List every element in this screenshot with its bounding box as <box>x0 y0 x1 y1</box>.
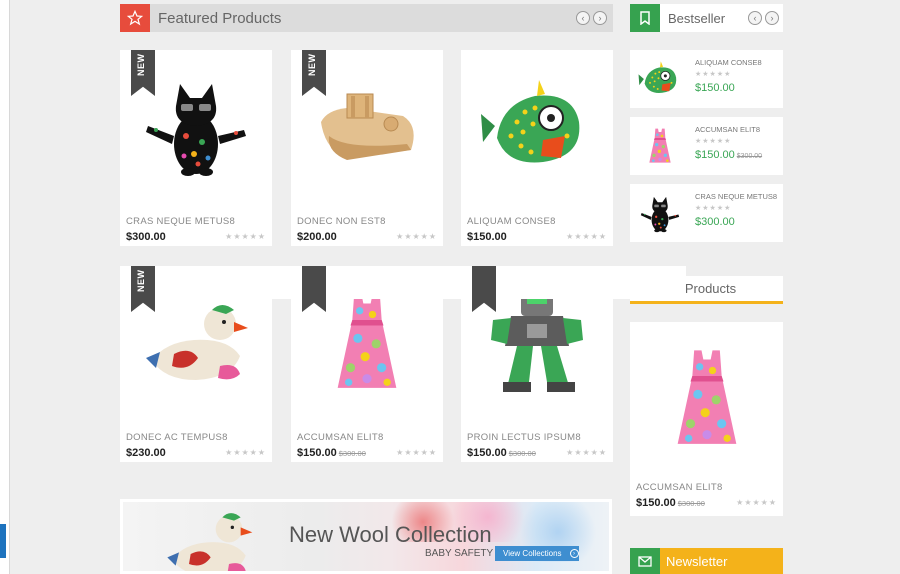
collection-banner[interactable]: New Wool Collection BABY SAFETY View Col… <box>120 499 612 574</box>
product-card[interactable]: NEW DONEC AC TEMPUS8 $230.00 ★★★★★ <box>120 266 272 462</box>
product-image-floral-dress[interactable] <box>630 322 783 474</box>
product-price: $230.00 <box>126 447 166 459</box>
product-price: $150.00 $300.00 <box>297 447 366 459</box>
product-name[interactable]: ACCUMSAN ELIT8 <box>636 482 723 493</box>
bestseller-item[interactable]: ALIQUAM CONSE8 ★★★★★ $150.00 <box>630 50 783 108</box>
product-price: $300.00 <box>126 231 166 243</box>
bestseller-price: $150.00 $300.00 <box>695 149 763 161</box>
product-name[interactable]: DONEC NON EST8 <box>297 216 386 227</box>
old-price: $300.00 <box>736 153 763 160</box>
product-card[interactable]: NEW DONEC NON EST8 $200.00 ★★★★★ <box>291 50 443 246</box>
product-price: $200.00 <box>297 231 337 243</box>
featured-header: Featured Products ‹ › <box>120 4 613 32</box>
star-icon <box>120 4 150 32</box>
bestseller-name[interactable]: ACCUMSAN ELIT8 <box>695 125 760 134</box>
product-name[interactable]: ACCUMSAN ELIT8 <box>297 432 384 443</box>
rating-stars: ★★★★★ <box>695 71 732 78</box>
product-card[interactable]: ALIQUAM CONSE8 $150.00 ★★★★★ <box>461 50 613 246</box>
rating-stars: ★★★★★ <box>396 448 437 457</box>
bestseller-price: $300.00 <box>695 216 735 228</box>
rating-stars: ★★★★★ <box>736 498 777 507</box>
product-card[interactable]: NEW CRAS NEQUE METUS8 $300.00 ★★★★★ <box>120 50 272 246</box>
rating-stars: ★★★★★ <box>225 232 266 241</box>
product-price: $150.00 $300.00 <box>467 447 536 459</box>
product-price: $150.00 <box>467 231 507 243</box>
rating-stars: ★★★★★ <box>695 138 732 145</box>
bestseller-price: $150.00 <box>695 82 735 94</box>
old-price: $300.00 <box>338 449 366 458</box>
old-price: $300.00 <box>508 449 536 458</box>
banner-title: New Wool Collection <box>289 522 492 547</box>
rating-stars: ★★★★★ <box>225 448 266 457</box>
bestseller-title: Bestseller <box>668 10 726 26</box>
view-collections-button[interactable]: View Collections › <box>495 546 579 561</box>
bestseller-thumb-cat-toy[interactable] <box>634 188 686 238</box>
bestseller-thumb-floral-dress[interactable] <box>634 121 686 171</box>
product-price: $150.00 $300.00 <box>636 497 705 509</box>
product-name[interactable]: ALIQUAM CONSE8 <box>467 216 556 227</box>
banner-subtitle: BABY SAFETY <box>425 548 494 559</box>
featured-title: Featured Products <box>158 9 282 27</box>
rating-stars: ★★★★★ <box>396 232 437 241</box>
bestseller-header: Bestseller ‹ › <box>630 4 783 32</box>
bestseller-name[interactable]: ALIQUAM CONSE8 <box>695 58 762 67</box>
chevron-right-icon[interactable]: › <box>593 11 607 25</box>
rating-stars: ★★★★★ <box>566 448 607 457</box>
bestseller-item[interactable]: CRAS NEQUE METUS8 ★★★★★ $300.00 <box>630 184 783 242</box>
bestseller-thumb-green-fish[interactable] <box>634 54 686 104</box>
product-name[interactable]: CRAS NEQUE METUS8 <box>126 216 235 227</box>
bestseller-item[interactable]: ACCUMSAN ELIT8 ★★★★★ $150.00 $300.00 <box>630 117 783 175</box>
old-price: $300.00 <box>677 499 705 508</box>
chevron-left-icon[interactable]: ‹ <box>576 11 590 25</box>
chevron-right-icon[interactable]: › <box>765 11 779 25</box>
product-image-green-fish[interactable] <box>461 50 613 202</box>
left-edge-indicator <box>0 524 6 558</box>
chevron-left-icon[interactable]: ‹ <box>748 11 762 25</box>
newsletter-header: Newsletter <box>630 548 783 574</box>
rating-stars: ★★★★★ <box>566 232 607 241</box>
envelope-icon <box>630 548 660 574</box>
arrow-circle-icon: › <box>569 549 579 558</box>
product-name[interactable]: PROIN LECTUS IPSUM8 <box>467 432 581 443</box>
product-name[interactable]: DONEC AC TEMPUS8 <box>126 432 228 443</box>
left-edge-panel <box>0 0 10 574</box>
banner-image-knitted-bird <box>149 499 269 574</box>
newsletter-title: Newsletter <box>666 553 728 569</box>
sale-product-card[interactable]: ACCUMSAN ELIT8 $150.00 $300.00 ★★★★★ <box>630 322 783 516</box>
bookmark-icon <box>630 4 660 32</box>
rating-stars: ★★★★★ <box>695 205 732 212</box>
bestseller-name[interactable]: CRAS NEQUE METUS8 <box>695 192 777 201</box>
